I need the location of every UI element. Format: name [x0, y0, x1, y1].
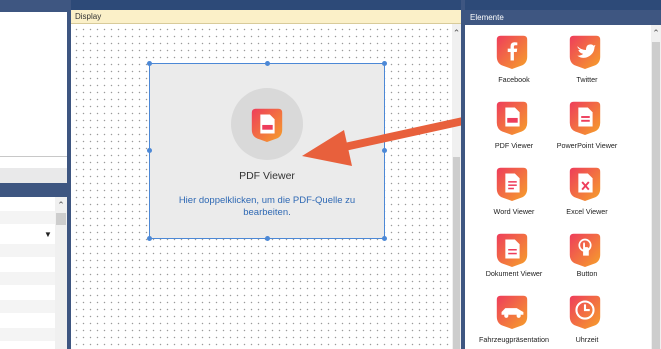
resize-handle[interactable] [382, 236, 387, 241]
elements-panel-header: Elemente [465, 10, 661, 25]
element-label[interactable]: Button [542, 269, 632, 278]
powerpoint-icon[interactable] [566, 98, 604, 136]
element-label[interactable]: Excel Viewer [542, 207, 632, 216]
element-label[interactable]: Twitter [542, 75, 632, 84]
word-icon[interactable] [493, 164, 531, 202]
resize-handle[interactable] [265, 236, 270, 241]
window-top-strip [0, 0, 661, 10]
scroll-up-icon[interactable]: ⌃ [452, 28, 461, 38]
button-icon[interactable] [566, 230, 604, 268]
widget-hint-text: Hier doppelklicken, um die PDF-Quelle zu… [178, 195, 356, 218]
left-panel-gap [0, 168, 67, 183]
car-icon[interactable] [493, 292, 531, 330]
property-row[interactable] [0, 300, 55, 313]
chevron-down-icon[interactable]: ▼ [43, 230, 53, 240]
left-scroll-thumb[interactable] [56, 213, 66, 225]
left-upper-panel [0, 12, 67, 168]
display-panel-header: Display [71, 10, 461, 24]
property-row[interactable] [0, 244, 55, 257]
resize-handle[interactable] [265, 61, 270, 66]
element-label[interactable]: PowerPoint Viewer [542, 141, 632, 150]
pdf-icon [251, 108, 283, 143]
resize-handle[interactable] [382, 61, 387, 66]
twitter-icon[interactable] [566, 32, 604, 70]
facebook-icon[interactable] [493, 32, 531, 70]
elements-scroll-thumb[interactable] [652, 42, 660, 349]
left-panel-header [0, 0, 67, 12]
left-lower-panel-header [0, 183, 67, 197]
pdf-icon[interactable] [493, 98, 531, 136]
display-scroll-thumb[interactable] [453, 157, 460, 349]
property-row[interactable] [0, 328, 55, 341]
element-label[interactable]: Uhrzeit [542, 335, 632, 344]
property-row[interactable] [0, 272, 55, 285]
property-row[interactable] [0, 211, 55, 224]
clock-icon[interactable] [566, 292, 604, 330]
excel-icon[interactable] [566, 164, 604, 202]
resize-handle[interactable] [147, 61, 152, 66]
scroll-up-icon[interactable]: ⌃ [56, 200, 66, 210]
scroll-up-icon[interactable]: ⌃ [651, 28, 661, 38]
document-icon[interactable] [493, 230, 531, 268]
left-divider [0, 156, 67, 157]
resize-handle[interactable] [147, 236, 152, 241]
widget-title: PDF Viewer [239, 170, 295, 182]
resize-handle[interactable] [147, 148, 152, 153]
